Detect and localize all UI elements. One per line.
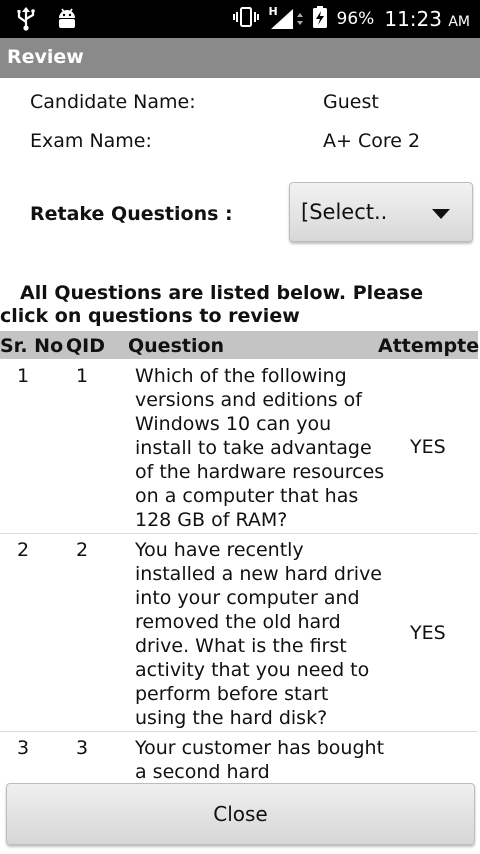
- header-question: Question: [128, 335, 225, 357]
- exam-name-value: A+ Core 2: [323, 130, 421, 152]
- table-row[interactable]: 2 2 You have recently installed a new ha…: [0, 538, 478, 730]
- candidate-name-label: Candidate Name:: [30, 91, 196, 113]
- instruction-text: All Questions are listed below. Please c…: [0, 282, 424, 327]
- table-row[interactable]: 3 3 Your customer has bought a second ha…: [0, 736, 478, 782]
- retake-questions-dropdown[interactable]: [Select..: [289, 182, 473, 242]
- clock-ampm: AM: [448, 14, 470, 30]
- header-qid: QID: [66, 335, 105, 357]
- row-question: You have recently installed a new hard d…: [135, 539, 382, 729]
- close-button[interactable]: Close: [6, 783, 475, 845]
- retake-questions-label: Retake Questions :: [30, 203, 233, 225]
- network-type-label: H: [268, 5, 278, 18]
- row-divider: [0, 731, 478, 732]
- app-bar: Review: [0, 38, 480, 78]
- page-title: Review: [7, 46, 84, 68]
- row-sr-no: 2: [17, 539, 30, 561]
- status-bar: H 96% 11:23 AM: [0, 0, 480, 38]
- row-sr-no: 1: [17, 365, 30, 387]
- battery-level: 96%: [336, 9, 375, 29]
- dropdown-selected-value: [Select..: [301, 200, 388, 224]
- row-attempted: YES: [410, 622, 446, 644]
- table-row[interactable]: 1 1 Which of the following versions and …: [0, 364, 478, 532]
- vibrate-icon: [232, 6, 259, 32]
- usb-icon: [16, 6, 36, 36]
- row-sr-no: 3: [17, 737, 30, 759]
- signal-icon: H: [268, 5, 303, 31]
- row-qid: 3: [76, 737, 89, 759]
- row-attempted: YES: [410, 436, 446, 458]
- row-question: Your customer has bought a second hard: [135, 737, 385, 782]
- row-divider: [0, 533, 478, 534]
- header-attempted: Attempted: [378, 335, 480, 357]
- exam-name-label: Exam Name:: [30, 130, 152, 152]
- table-header: Sr. No QID Question Attempted: [0, 331, 480, 359]
- battery-icon: [312, 5, 327, 33]
- row-qid: 2: [76, 539, 89, 561]
- android-icon: [56, 7, 78, 35]
- clock: 11:23 AM: [384, 7, 470, 31]
- header-sr-no: Sr. No: [0, 335, 64, 357]
- dropdown-arrow-icon: [432, 209, 450, 219]
- row-question: Which of the following versions and edit…: [135, 365, 385, 531]
- row-qid: 1: [76, 365, 89, 387]
- candidate-name-value: Guest: [323, 91, 379, 113]
- clock-time: 11:23: [384, 7, 442, 31]
